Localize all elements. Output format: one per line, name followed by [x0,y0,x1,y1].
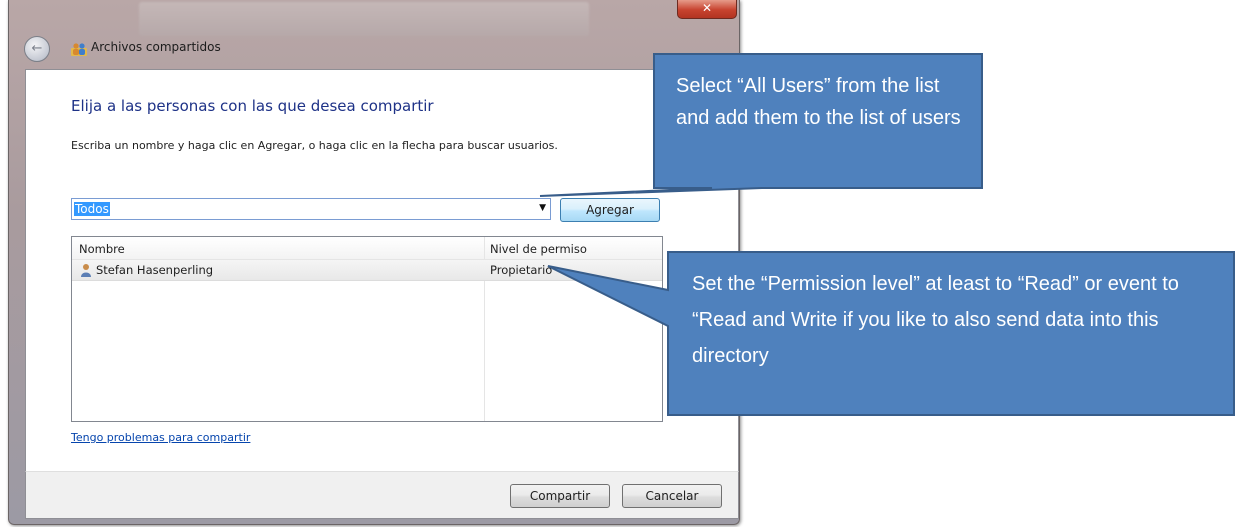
sharing-window: ✕ ← Archivos compartidos Elija a las per… [8,0,740,525]
user-name-cell: Stefan Hasenperling [96,263,214,277]
shared-users-icon [71,43,87,56]
trouble-sharing-link[interactable]: Tengo problemas para compartir [71,431,250,444]
close-icon: ✕ [701,1,713,15]
callout-2-text: Set the “Permission level” at least to “… [692,273,1179,367]
address-title: Archivos compartidos [91,40,221,54]
back-button[interactable]: ← [24,36,50,62]
user-combobox-value[interactable]: Todos [74,202,110,216]
callout-1-text: Select “All Users” from the list and add… [676,75,961,129]
user-icon [81,264,91,277]
user-combobox[interactable]: Todos ▼ [71,198,551,220]
back-arrow-icon: ← [31,41,43,56]
share-button[interactable]: Compartir [510,484,610,508]
page-title: Elija a las personas con las que desea c… [71,97,434,115]
chevron-down-icon[interactable]: ▼ [539,203,546,213]
background-properties-tabs [139,2,589,36]
list-header: Nombre Nivel de permiso [72,237,662,260]
add-button[interactable]: Agregar [560,198,660,222]
cancel-button[interactable]: Cancelar [622,484,722,508]
table-row[interactable]: Stefan Hasenperling Propietario [72,260,662,281]
column-header-name[interactable]: Nombre [79,242,125,256]
column-header-permission[interactable]: Nivel de permiso [490,242,587,256]
close-button[interactable]: ✕ [677,0,737,19]
dialog-footer: Compartir Cancelar [25,471,739,519]
dialog-content: Elija a las personas con las que desea c… [25,69,739,472]
users-list: Nombre Nivel de permiso Stefan Hasenperl… [71,236,663,422]
permission-cell[interactable]: Propietario [490,263,552,277]
instruction-text: Escriba un nombre y haga clic en Agregar… [71,139,558,152]
